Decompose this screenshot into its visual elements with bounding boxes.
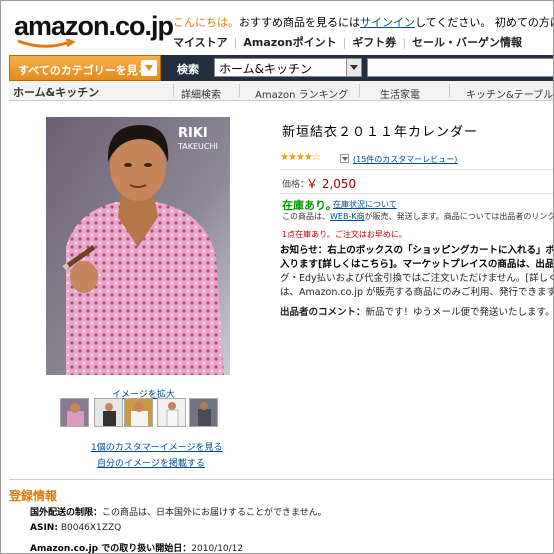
greeting: こんにちは。おすすめ商品を見るにはサインインしてください。 初めての方はこちら <box>173 14 553 30</box>
svg-text:TAKEUCHI: TAKEUCHI <box>177 142 218 151</box>
svg-text:RIKI: RIKI <box>178 126 208 141</box>
rating-stars-icon[interactable]: ★★★★☆ <box>280 152 321 163</box>
dropdown-arrow-icon <box>346 59 361 76</box>
detail-row-release-date: Amazon.co.jp での取り扱い開始日：2010/10/12 <box>30 541 244 554</box>
thumbnail-image <box>190 399 217 426</box>
subnav-item-advanced-search[interactable]: 詳細検索 <box>181 86 221 101</box>
seller-comment-label: 出品者のコメント： <box>280 307 366 318</box>
detail-label: 国外配送の制限： <box>30 508 103 518</box>
thumbnail-image <box>61 399 88 426</box>
notice-line-text: 入ります[詳しくはこちら]。マーケットプレイスの商品は、出品者に <box>280 259 554 270</box>
product-image[interactable]: RIKI TAKEUCHI <box>46 117 230 375</box>
notice-block: お知らせ：右上のボックスの「ショッピングカートに入れる」ボタン 入ります[詳しく… <box>280 244 554 300</box>
all-categories-button[interactable]: すべてのカテゴリーを見る <box>9 55 161 81</box>
thumbnail[interactable] <box>157 398 186 427</box>
amazon-logo[interactable]: amazon.co.jp <box>14 11 174 48</box>
all-categories-label: すべてのカテゴリーを見る <box>18 64 149 77</box>
thumbnail[interactable] <box>124 398 153 427</box>
top-link-giftcard[interactable]: ギフト券 <box>352 36 396 49</box>
low-stock-warning: 1点在庫あり。ご注文はお早めに。 <box>282 230 407 239</box>
product-photo: RIKI TAKEUCHI <box>46 117 230 375</box>
search-input[interactable] <box>367 58 553 77</box>
details-heading: 登録情報 <box>9 489 58 503</box>
divider <box>359 84 360 97</box>
search-category-value: ホーム&キッチン <box>219 62 312 76</box>
divider <box>280 193 553 194</box>
detail-label: ASIN: <box>30 523 58 533</box>
detail-value: この商品は、日本国外にお届けすることができません。 <box>102 508 327 518</box>
subnav-item-kitchen[interactable]: キッチン&テーブル <box>466 86 553 101</box>
divider <box>173 84 174 97</box>
logo-text: amazon.co.jp <box>14 11 174 41</box>
shipping-info: この商品は、WEB-K商が販売、発送します。商品については出品者のリンクからご確… <box>282 211 553 222</box>
divider <box>239 84 240 97</box>
detail-label: Amazon.co.jp での取り扱い開始日： <box>30 544 192 554</box>
top-link-sale[interactable]: セール・バーゲン情報 <box>412 36 522 49</box>
divider: | <box>402 36 407 49</box>
product-title: 新垣結衣２０１１年カレンダー <box>282 125 479 140</box>
divider: | <box>342 36 347 49</box>
thumbnail-image <box>158 399 185 426</box>
upload-image-link[interactable]: 自分のイメージを掲載する <box>97 456 205 469</box>
shipping-post: が販売、発送します。商品については出品者のリンクからご確認ください。 <box>364 212 553 221</box>
subnav-store-name[interactable]: ホーム&キッチン <box>13 84 99 100</box>
subnav-item-ranking[interactable]: Amazon ランキング <box>255 86 348 101</box>
divider: | <box>233 36 238 49</box>
divider <box>449 84 450 97</box>
notice-line-text: お知らせ：右上のボックスの「ショッピングカートに入れる」ボタン <box>280 245 554 256</box>
store-subnav: ホーム&キッチン 詳細検索 Amazon ランキング 生活家電 キッチン&テーブ… <box>9 81 553 101</box>
page: amazon.co.jp こんにちは。おすすめ商品を見るにはサインインしてくださ… <box>0 0 554 554</box>
search-label: 検索 <box>177 63 199 76</box>
search-bar: すべてのカテゴリーを見る 検索 ホーム&キッチン <box>9 55 553 81</box>
detail-row-asin: ASIN: B0046X1ZZQ <box>30 523 121 533</box>
thumbnail[interactable] <box>60 398 89 427</box>
detail-row-shipping-restriction: 国外配送の制限：この商品は、日本国外にお届けすることができません。 <box>30 505 327 518</box>
top-link-mystore[interactable]: マイストア <box>173 36 228 49</box>
detail-value: B0046X1ZZQ <box>60 523 122 533</box>
search-category-select[interactable]: ホーム&キッチン <box>214 58 362 77</box>
signin-link[interactable]: サインイン <box>360 16 415 29</box>
customer-images-link[interactable]: 1個のカスタマーイメージを見る <box>91 440 223 453</box>
rating-dropdown-icon[interactable] <box>340 154 349 163</box>
notice-line: お知らせ：右上のボックスの「ショッピングカートに入れる」ボタン <box>280 244 554 258</box>
thumbnail[interactable] <box>189 398 218 427</box>
thumbnail[interactable] <box>94 398 123 427</box>
greeting-post: してください。 初めての方はこちら <box>415 16 553 29</box>
subnav-item-appliances[interactable]: 生活家電 <box>380 86 420 101</box>
notice-line: は、Amazon.co.jp が販売する商品にのみご利用、発行できます。 <box>280 287 554 298</box>
divider <box>9 479 553 480</box>
thumbnail-image <box>125 399 152 426</box>
thumbnail-image <box>95 399 122 426</box>
notice-line: グ・Edy払いおよび代金引換ではご注文いただけません。[詳しくは <box>280 273 554 284</box>
reviews-link[interactable]: (15件のカスタマーレビュー) <box>353 154 457 165</box>
greeting-hello: こんにちは。 <box>173 16 239 29</box>
top-link-points[interactable]: Amazonポイント <box>243 36 336 49</box>
price-value: ￥ 2,050 <box>306 177 357 191</box>
chevron-down-icon <box>141 60 157 76</box>
vendor-link[interactable]: WEB-K商 <box>330 212 365 221</box>
greeting-pre: おすすめ商品を見るには <box>239 16 360 29</box>
top-links: マイストア | Amazonポイント | ギフト券 | セール・バーゲン情報 <box>173 34 522 50</box>
shipping-pre: この商品は、 <box>282 212 330 221</box>
divider <box>280 169 553 170</box>
smile-arrow-icon <box>17 39 76 48</box>
seller-comment: 出品者のコメント：新品です！ゆうメール便で発送いたします。土・日 <box>280 304 554 318</box>
notice-line: 入ります[詳しくはこちら]。マーケットプレイスの商品は、出品者に <box>280 258 554 272</box>
stock-info-link[interactable]: 在庫状況について <box>333 199 397 210</box>
seller-comment-text: 新品です！ゆうメール便で発送いたします。土・日 <box>365 307 554 318</box>
price-label: 価格： <box>282 180 310 190</box>
detail-value: 2010/10/12 <box>191 544 244 554</box>
